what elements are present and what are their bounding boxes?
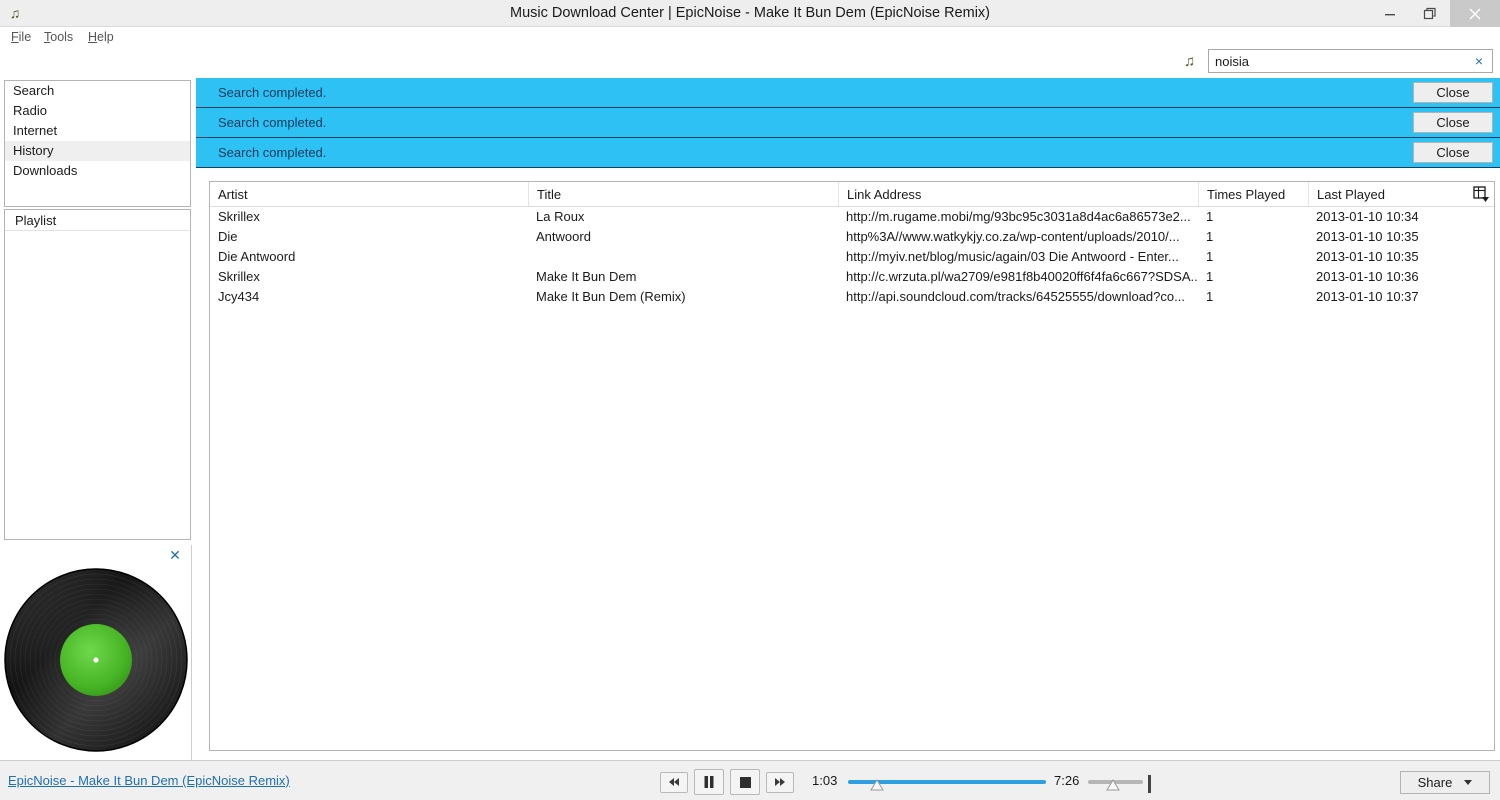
now-playing-link[interactable]: EpicNoise - Make It Bun Dem (EpicNoise R…	[8, 773, 290, 788]
notification-close-button[interactable]: Close	[1413, 142, 1493, 163]
window-controls	[1370, 0, 1500, 27]
cell-title: Antwoord	[536, 229, 591, 244]
pause-button[interactable]	[694, 769, 724, 795]
cell-link-address: http://m.rugame.mobi/mg/93bc95c3031a8d4a…	[846, 209, 1191, 224]
transport-controls	[660, 769, 794, 795]
column-chooser-icon[interactable]	[1473, 186, 1489, 202]
cell-link-address: http://c.wrzuta.pl/wa2709/e981f8b40020ff…	[846, 269, 1198, 284]
cell-last-played: 2013-01-10 10:34	[1316, 209, 1419, 224]
notification-message: Search completed.	[218, 85, 327, 100]
album-art-close-icon[interactable]: ✕	[167, 547, 183, 563]
menu-help-mnemonic: H	[88, 30, 98, 44]
cell-artist: Die	[218, 229, 238, 244]
playlist-panel: Playlist	[4, 209, 191, 540]
column-header-last-played[interactable]: Last Played	[1308, 182, 1494, 207]
search-bar: ♫ ×	[1170, 47, 1500, 77]
cell-link-address: http://api.soundcloud.com/tracks/6452555…	[846, 289, 1185, 304]
restore-button[interactable]	[1410, 0, 1450, 27]
fast-forward-button[interactable]	[766, 771, 794, 793]
cell-times-played: 1	[1206, 209, 1214, 224]
menu-help-rest: elp	[97, 30, 114, 44]
cell-title: Make It Bun Dem	[536, 269, 637, 284]
sidebar-nav: Search Radio Internet History Downloads	[4, 80, 191, 207]
column-header-title[interactable]: Title	[528, 182, 838, 207]
share-button-label: Share	[1417, 775, 1453, 790]
cell-times-played: 1	[1206, 249, 1214, 264]
playlist-header: Playlist	[5, 210, 190, 231]
minimize-button[interactable]	[1370, 0, 1410, 27]
notification-bar: Search completed. Close	[196, 78, 1500, 108]
cell-artist: Die Antwoord	[218, 249, 296, 264]
menu-file-mnemonic: F	[11, 30, 19, 44]
table-row[interactable]: Skrillex Make It Bun Dem http://c.wrzuta…	[210, 267, 1494, 287]
cell-title: La Roux	[536, 209, 585, 224]
menu-bar: File Tools Help	[0, 27, 1500, 47]
notification-message: Search completed.	[218, 115, 327, 130]
table-header-row: Artist Title Link Address Times Played L…	[210, 182, 1494, 207]
sidebar-item-downloads[interactable]: Downloads	[5, 161, 190, 181]
current-time-label: 1:03	[812, 773, 838, 788]
notification-message: Search completed.	[218, 145, 327, 160]
menu-file-rest: ile	[18, 30, 32, 44]
column-header-artist[interactable]: Artist	[210, 182, 528, 207]
chevron-down-icon	[1464, 780, 1473, 785]
cell-title: Make It Bun Dem (Remix)	[536, 289, 686, 304]
volume-slider-handle[interactable]	[1104, 779, 1122, 793]
sidebar-item-internet[interactable]: Internet	[5, 121, 190, 141]
vinyl-record-icon	[4, 568, 188, 752]
rewind-button[interactable]	[660, 771, 688, 793]
stop-button[interactable]	[730, 769, 760, 795]
cell-link-address: http://myiv.net/blog/music/again/03 Die …	[846, 249, 1179, 264]
album-art-panel: ✕	[0, 545, 192, 760]
total-time-label: 7:26	[1054, 773, 1080, 788]
close-button[interactable]	[1450, 0, 1500, 27]
table-row[interactable]: Die Antwoord http%3A//www.watkykjy.co.za…	[210, 227, 1494, 247]
cell-link-address: http%3A//www.watkykjy.co.za/wp-content/u…	[846, 229, 1180, 244]
notification-bar: Search completed. Close	[196, 138, 1500, 168]
cell-times-played: 1	[1206, 289, 1214, 304]
notification-bar: Search completed. Close	[196, 108, 1500, 138]
cell-last-played: 2013-01-10 10:35	[1316, 229, 1419, 244]
cell-last-played: 2013-01-10 10:36	[1316, 269, 1419, 284]
share-button[interactable]: Share	[1400, 771, 1490, 794]
sidebar-item-history[interactable]: History	[5, 141, 190, 161]
sidebar-item-search[interactable]: Search	[5, 81, 190, 101]
notification-close-button[interactable]: Close	[1413, 82, 1493, 103]
search-clear-icon[interactable]: ×	[1466, 50, 1492, 72]
menu-item-help[interactable]: Help	[85, 27, 117, 47]
cell-times-played: 1	[1206, 229, 1214, 244]
cell-times-played: 1	[1206, 269, 1214, 284]
volume-level-indicator	[1148, 775, 1151, 793]
history-table: Artist Title Link Address Times Played L…	[209, 181, 1495, 751]
notification-close-button[interactable]: Close	[1413, 112, 1493, 133]
title-bar: ♫ Music Download Center | EpicNoise - Ma…	[0, 0, 1500, 27]
cell-last-played: 2013-01-10 10:35	[1316, 249, 1419, 264]
cell-last-played: 2013-01-10 10:37	[1316, 289, 1419, 304]
search-input[interactable]	[1209, 50, 1466, 72]
seek-slider-handle[interactable]	[868, 779, 886, 793]
cell-artist: Skrillex	[218, 209, 260, 224]
window-title: Music Download Center | EpicNoise - Make…	[509, 5, 990, 21]
table-row[interactable]: Jcy434 Make It Bun Dem (Remix) http://ap…	[210, 287, 1494, 307]
column-header-link-address[interactable]: Link Address	[838, 182, 1198, 207]
menu-tools-rest: ools	[50, 30, 74, 44]
cell-title	[528, 247, 838, 267]
sidebar-item-radio[interactable]: Radio	[5, 101, 190, 121]
cell-artist: Jcy434	[218, 289, 260, 304]
app-window: ♫ Music Download Center | EpicNoise - Ma…	[0, 0, 1500, 800]
search-music-note-icon: ♫	[1184, 53, 1196, 70]
menu-item-file[interactable]: File	[8, 27, 34, 47]
search-field-wrapper[interactable]: ×	[1208, 49, 1493, 73]
column-header-times-played[interactable]: Times Played	[1198, 182, 1308, 207]
menu-item-tools[interactable]: Tools	[41, 27, 76, 47]
player-status-bar: EpicNoise - Make It Bun Dem (EpicNoise R…	[0, 760, 1500, 800]
cell-artist: Skrillex	[218, 269, 260, 284]
table-row[interactable]: Skrillex La Roux http://m.rugame.mobi/mg…	[210, 207, 1494, 227]
table-row[interactable]: Die Antwoord http://myiv.net/blog/music/…	[210, 247, 1494, 267]
